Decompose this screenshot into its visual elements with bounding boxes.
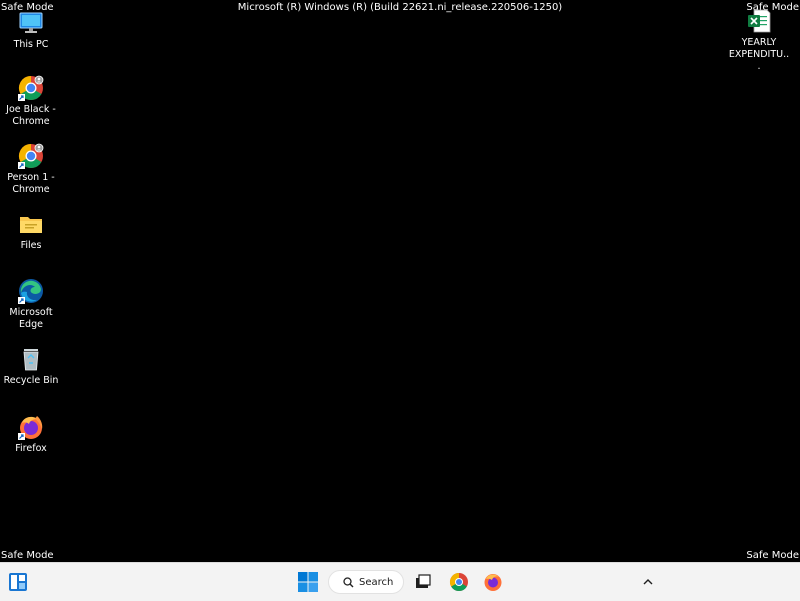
build-title: Microsoft (R) Windows (R) (Build 22621.n… <box>237 2 563 13</box>
desktop-icon-label: Joe Black - Chrome <box>6 104 56 127</box>
desktop-icon-files[interactable]: Files <box>0 210 62 252</box>
search-icon <box>343 573 354 592</box>
chrome-icon[interactable] <box>449 572 469 592</box>
desktop-icon-label: Files <box>20 240 42 251</box>
monitor-icon <box>17 9 45 37</box>
task-view-icon[interactable] <box>414 573 432 591</box>
desktop-icon-label: Recycle Bin <box>3 375 59 386</box>
taskbar: Search <box>0 562 800 601</box>
desktop-icon-microsoft-edge[interactable]: Microsoft Edge <box>0 277 62 331</box>
chevron-up-icon[interactable] <box>640 574 656 590</box>
chrome-profile-icon <box>17 142 45 170</box>
firefox-icon <box>17 413 45 441</box>
edge-icon <box>17 277 45 305</box>
widgets-icon[interactable] <box>8 572 28 592</box>
folder-icon <box>17 210 45 238</box>
desktop-icon-joe-black-chrome[interactable]: Joe Black - Chrome <box>0 74 62 128</box>
safe-mode-label-bottom-right: Safe Mode <box>746 550 799 561</box>
safe-mode-label-bottom-left: Safe Mode <box>1 550 54 561</box>
desktop: Safe Mode Microsoft (R) Windows (R) (Bui… <box>0 0 800 562</box>
desktop-icon-label: Firefox <box>15 443 47 454</box>
search-box[interactable]: Search <box>328 570 404 594</box>
desktop-icon-firefox[interactable]: Firefox <box>0 413 62 455</box>
desktop-icon-this-pc[interactable]: This PC <box>0 9 62 51</box>
search-label: Search <box>359 576 394 588</box>
desktop-icon-person-1-chrome[interactable]: Person 1 - Chrome <box>0 142 62 196</box>
start-icon[interactable] <box>297 571 319 593</box>
desktop-icon-label: Microsoft Edge <box>9 307 53 330</box>
desktop-icon-label: YEARLY EXPENDITU... <box>728 37 790 72</box>
desktop-icon-label: This PC <box>13 39 49 50</box>
chrome-profile-icon <box>17 74 45 102</box>
recycle-bin-icon <box>17 345 45 373</box>
desktop-icon-label: Person 1 - Chrome <box>7 172 55 195</box>
excel-file-icon <box>745 7 773 35</box>
desktop-icon-recycle-bin[interactable]: Recycle Bin <box>0 345 62 387</box>
desktop-icon-yearly-expenditure[interactable]: YEARLY EXPENDITU... <box>728 7 790 73</box>
firefox-icon[interactable] <box>483 572 503 592</box>
